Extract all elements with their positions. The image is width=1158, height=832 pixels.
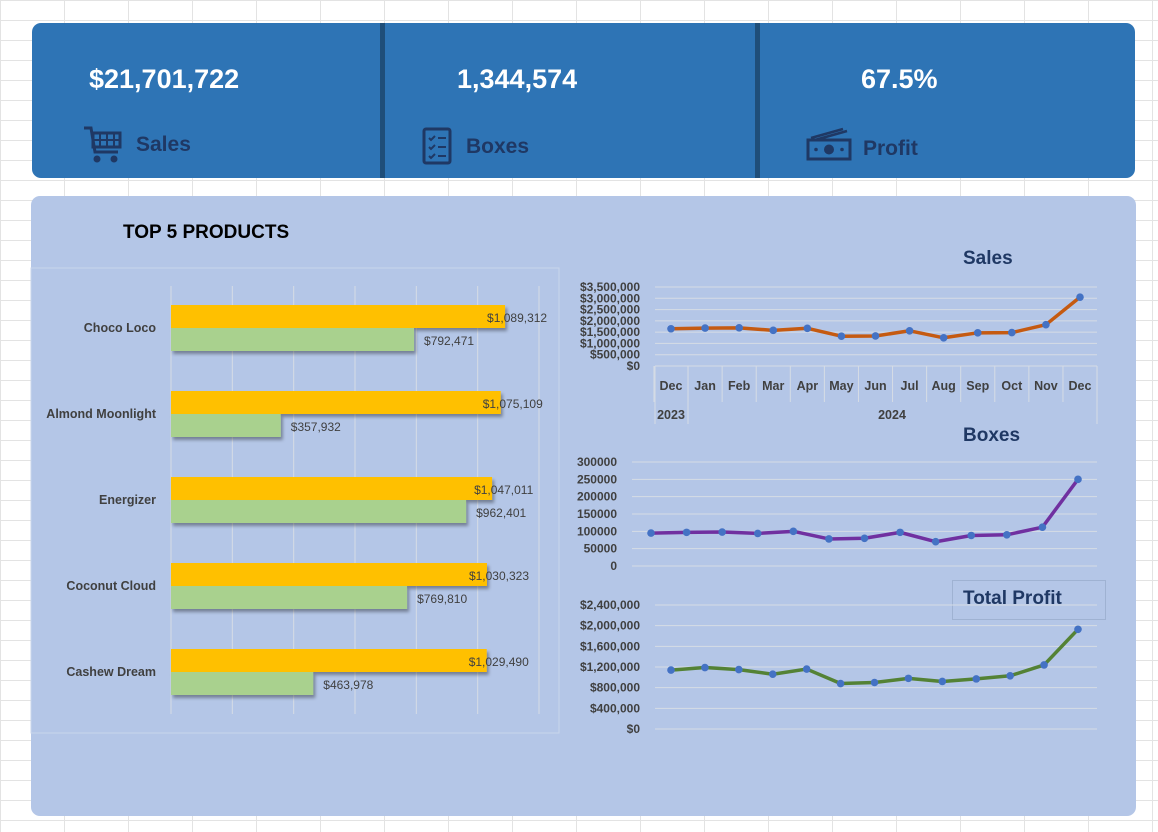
bar (171, 500, 467, 523)
boxes-y-tick-label: 200000 (577, 490, 617, 504)
bar-category-label: Almond Moonlight (46, 407, 157, 421)
bar-value-label: $463,978 (323, 678, 373, 692)
boxes-y-tick-label: 50000 (584, 542, 618, 556)
sales-x-tick-label: Jan (694, 379, 716, 393)
boxes-y-tick-label: 150000 (577, 507, 617, 521)
bar-value-label: $792,471 (424, 334, 474, 348)
profit-y-tick-label: $2,000,000 (580, 619, 640, 633)
sales-y-tick-label: $3,500,000 (580, 280, 640, 294)
sales-data-point (871, 332, 880, 340)
profit-data-point (1006, 671, 1014, 680)
bar (171, 563, 487, 586)
profit-data-point (768, 670, 777, 679)
boxes-series-line (650, 478, 1080, 544)
profit-data-point (701, 663, 709, 672)
sales-x-tick-label: Sep (966, 379, 989, 393)
sales-x-tick-label: Dec (660, 379, 683, 393)
sales-x-tick-label: Aug (932, 379, 956, 393)
bar-value-label: $1,047,011 (474, 483, 533, 497)
bar (171, 305, 506, 328)
bar (171, 414, 281, 437)
sales-data-point (905, 326, 914, 335)
bar-value-label: $357,932 (291, 420, 341, 434)
boxes-data-point (1038, 523, 1047, 531)
bar (171, 672, 314, 695)
profit-series-line (670, 628, 1080, 686)
bar (171, 586, 408, 609)
profit-data-point (735, 665, 743, 674)
bar (171, 391, 501, 414)
bar (171, 477, 493, 500)
profit-data-point (904, 674, 913, 683)
sales-x-tick-label: May (829, 379, 853, 393)
sales-x-tick-label: Jul (901, 379, 919, 393)
charts-canvas: Choco Loco $1,089,312 $792,471 Almond Moonl… (30, 267, 1098, 736)
boxes-y-tick-label: 250000 (577, 472, 617, 486)
boxes-data-point (789, 527, 798, 536)
boxes-data-point (967, 531, 976, 540)
boxes-data-point (682, 528, 691, 537)
boxes-data-point (860, 534, 869, 543)
boxes-data-point (1003, 531, 1011, 539)
bar (171, 328, 415, 351)
profit-data-point (1040, 661, 1048, 669)
boxes-y-tick-label: 100000 (577, 524, 617, 538)
boxes-data-point (931, 537, 940, 546)
sales-data-point (701, 324, 709, 332)
bar-value-label: $962,401 (476, 506, 526, 520)
boxes-data-point (753, 529, 762, 538)
sales-x-group-label: 2024 (878, 408, 906, 422)
profit-data-point (802, 665, 811, 673)
sales-data-point (769, 326, 778, 335)
boxes-data-point (718, 528, 726, 536)
boxes-data-point (825, 535, 833, 543)
sales-data-point (1042, 320, 1050, 329)
sales-data-point (735, 324, 743, 332)
sales-data-point (1076, 293, 1084, 301)
bar-category-label: Energizer (99, 493, 156, 507)
bar-category-label: Cashew Dream (66, 665, 156, 679)
bar-value-label: $1,029,490 (469, 655, 529, 669)
sales-x-tick-label: Jun (864, 379, 886, 393)
sales-x-group-label: 2023 (657, 408, 685, 422)
sales-x-tick-label: Oct (1001, 379, 1023, 393)
sales-data-point (667, 324, 675, 333)
sales-x-tick-label: Mar (762, 379, 784, 393)
profit-data-point (938, 677, 947, 686)
sales-data-point (973, 329, 982, 337)
boxes-y-tick-label: 0 (610, 559, 617, 573)
sales-x-tick-label: Nov (1034, 379, 1058, 393)
profit-data-point (836, 679, 845, 688)
sales-data-point (1008, 328, 1016, 337)
sales-x-tick-label: Dec (1069, 379, 1092, 393)
profit-y-tick-label: $0 (627, 722, 641, 736)
sales-data-point (939, 333, 948, 342)
profit-y-tick-label: $1,600,000 (580, 639, 640, 653)
profit-data-point (870, 678, 879, 687)
bar-value-label: $1,075,109 (483, 397, 543, 411)
bar (171, 649, 487, 672)
profit-y-tick-label: $2,400,000 (580, 598, 640, 612)
profit-y-tick-label: $800,000 (590, 681, 640, 695)
sales-x-tick-label: Feb (728, 379, 751, 393)
sales-data-point (803, 324, 812, 333)
profit-y-tick-label: $400,000 (590, 701, 640, 715)
profit-y-tick-label: $1,200,000 (580, 660, 640, 674)
boxes-data-point (1074, 475, 1082, 484)
boxes-data-point (896, 528, 904, 537)
profit-data-point (972, 675, 981, 683)
sales-data-point (837, 332, 846, 341)
bar-category-label: Coconut Cloud (66, 579, 156, 593)
bar-category-label: Choco Loco (84, 321, 157, 335)
bar-value-label: $1,089,312 (487, 311, 547, 325)
boxes-data-point (647, 529, 655, 537)
profit-data-point (1074, 625, 1082, 634)
bar-value-label: $1,030,323 (469, 569, 529, 583)
profit-data-point (667, 666, 675, 674)
sales-x-tick-label: Apr (797, 379, 819, 393)
bar-value-label: $769,810 (417, 592, 467, 606)
boxes-y-tick-label: 300000 (577, 455, 617, 469)
